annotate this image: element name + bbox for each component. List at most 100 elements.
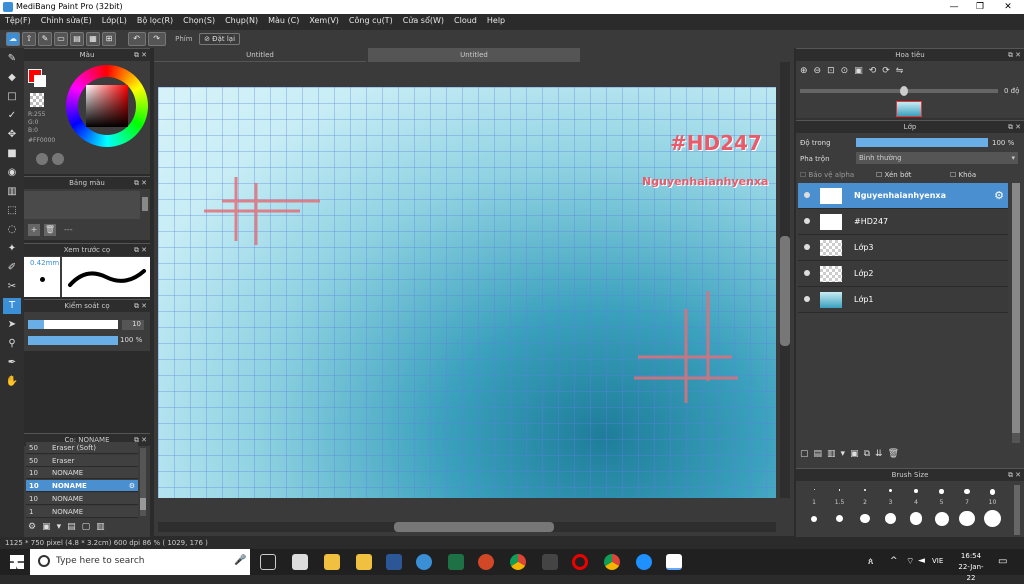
layer-row[interactable]: Nguyenhaianhyenxa ⚙	[798, 183, 1008, 209]
brush-list-item[interactable]: 10 NONAME	[26, 492, 138, 505]
zoom-in-icon[interactable]: ⊕	[800, 66, 814, 76]
chrome-icon-2[interactable]	[604, 554, 620, 570]
app-icon-blue[interactable]	[416, 554, 432, 570]
fit-icon[interactable]: ⊡	[827, 66, 841, 76]
brush-delete-icon[interactable]: ▥	[96, 522, 111, 532]
redo-icon[interactable]: ↷	[147, 32, 166, 46]
brush-copy-icon[interactable]: ▤	[67, 522, 82, 532]
lock-checkbox[interactable]: ☐ Khóa	[950, 171, 976, 179]
zoom-out-icon[interactable]: ⊖	[814, 66, 828, 76]
zoom-reset-icon[interactable]: ⊙	[841, 66, 855, 76]
layer-settings-icon[interactable]: ⚙	[994, 189, 1004, 202]
layer-folder-icon[interactable]: ▣	[850, 449, 864, 459]
brush-tool-icon[interactable]: ✎	[3, 51, 21, 67]
maximize-button[interactable]: ❐	[966, 0, 994, 14]
menu-cloud[interactable]: Cloud	[449, 14, 482, 27]
add-brush-icon[interactable]: ▣	[42, 522, 57, 532]
file-explorer-icon[interactable]	[324, 554, 340, 570]
protect-alpha-checkbox[interactable]: ☐ Bảo vệ alpha	[800, 171, 854, 179]
add-layer-menu-icon[interactable]: ▾	[841, 449, 851, 459]
chrome-icon[interactable]	[510, 554, 526, 570]
layer-row[interactable]: Lớp2	[798, 261, 1008, 287]
menu-layer[interactable]: Lớp(L)	[97, 14, 132, 27]
task-view-icon[interactable]	[260, 554, 276, 570]
new-layer-8bit-icon[interactable]: ▥	[827, 449, 841, 459]
volume-icon[interactable]: ◄	[918, 556, 925, 566]
brush-settings-gear-icon[interactable]: ⚙	[129, 480, 135, 492]
rotate-left-icon[interactable]: ⟲	[869, 66, 883, 76]
brush-size-cell[interactable]: 2	[853, 487, 877, 535]
brush-list-item[interactable]: 50 Eraser	[26, 454, 138, 467]
palette-swatch-area[interactable]	[24, 191, 140, 219]
layer-visibility-icon[interactable]	[804, 192, 810, 198]
menu-help[interactable]: Help	[482, 14, 510, 27]
tab-untitled-2[interactable]: Untitled	[368, 48, 580, 62]
brush-list-scrollbar[interactable]	[140, 448, 146, 516]
lasso-tool-icon[interactable]: ✓	[3, 108, 21, 124]
brush-size-slider[interactable]	[28, 320, 118, 329]
drawing-canvas[interactable]: #HD247 Nguyenhaianhyenxa	[158, 87, 776, 498]
add-palette-icon[interactable]: +	[28, 224, 40, 236]
brush-size-cell[interactable]: 3	[879, 487, 903, 535]
rect-tool-icon[interactable]: □	[3, 89, 21, 105]
brush-settings-icon[interactable]: ⚙	[28, 522, 42, 532]
horizontal-scrollbar[interactable]	[158, 522, 776, 532]
brush-size-cell[interactable]: 10	[981, 487, 1005, 535]
clip-checkbox[interactable]: ☐ Xén bớt	[876, 171, 911, 179]
eraser-tool-icon[interactable]: ◆	[3, 70, 21, 86]
folder-icon[interactable]	[356, 554, 372, 570]
language-indicator[interactable]: VIE	[932, 557, 943, 565]
magic-wand-icon[interactable]: ✦	[3, 241, 21, 257]
layer-row[interactable]: #HD247	[798, 209, 1008, 235]
task-app-icon[interactable]	[542, 554, 558, 570]
menu-file[interactable]: Tệp(F)	[0, 14, 36, 27]
layer-visibility-icon[interactable]	[804, 296, 810, 302]
windows-start-icon[interactable]	[10, 555, 24, 569]
brush-size-scrollbar[interactable]	[1014, 485, 1020, 535]
menu-window[interactable]: Cửa sổ(W)	[398, 14, 449, 27]
fill-rect-icon[interactable]: ■	[3, 146, 21, 162]
brush-list-item[interactable]: 10 NONAME ⚙	[26, 480, 138, 493]
menu-edit[interactable]: Chỉnh sửa(E)	[36, 14, 97, 27]
blend-mode-select[interactable]: Bình thường ▾	[856, 152, 1018, 164]
new-layer-icon[interactable]: ▢	[800, 449, 814, 459]
clock[interactable]: 16:54 22-Jan-22	[954, 551, 988, 584]
vertical-scrollbar[interactable]	[780, 62, 790, 498]
comment-icon[interactable]: ✎	[38, 32, 52, 46]
menu-tools[interactable]: Công cụ(T)	[344, 14, 398, 27]
color-history-icon[interactable]	[52, 153, 64, 165]
undo-icon[interactable]: ↶	[127, 32, 146, 46]
brush-menu-icon[interactable]: ▾	[57, 522, 68, 532]
brush-opacity-slider[interactable]	[28, 336, 118, 345]
merge-layer-icon[interactable]: ⇊	[875, 449, 888, 459]
brush-list-item[interactable]: 10 NONAME	[26, 467, 138, 480]
palette-scrollbar[interactable]	[142, 197, 148, 211]
brush-size-value[interactable]: 10	[122, 320, 144, 330]
upload-icon[interactable]: ⇧	[22, 32, 36, 46]
brush-size-cell[interactable]: 4	[904, 487, 928, 535]
excel-icon[interactable]	[448, 554, 464, 570]
brush-list-item[interactable]: 1 NONAME	[26, 505, 138, 518]
chat-icon[interactable]: ▭	[54, 32, 68, 46]
transparent-swatch[interactable]	[30, 93, 44, 107]
menu-view[interactable]: Xem(V)	[304, 14, 344, 27]
close-button[interactable]: ✕	[994, 0, 1022, 14]
navigator-thumbnail[interactable]	[896, 101, 922, 117]
menu-filter[interactable]: Bộ lọc(R)	[132, 14, 178, 27]
people-icon[interactable]: ጰ	[868, 557, 873, 567]
menu-select[interactable]: Chọn(S)	[178, 14, 220, 27]
layer-visibility-icon[interactable]	[804, 244, 810, 250]
actual-size-icon[interactable]: ▣	[854, 66, 869, 76]
powerpoint-icon[interactable]	[478, 554, 494, 570]
delete-palette-icon[interactable]: 🗑	[44, 224, 56, 236]
lasso-select-icon[interactable]: ◌	[3, 222, 21, 238]
color-mode-icon[interactable]	[36, 153, 48, 165]
tab-untitled-1[interactable]: Untitled	[154, 48, 366, 62]
document-icon[interactable]: ▦	[86, 32, 100, 46]
layer-row[interactable]: Lớp1	[798, 287, 1008, 313]
secondary-color-swatch[interactable]	[34, 75, 46, 87]
brush-size-cell[interactable]: 7	[955, 487, 979, 535]
menu-snap[interactable]: Chụp(N)	[220, 14, 263, 27]
store-icon[interactable]	[292, 554, 308, 570]
brush-size-cell[interactable]: 1.5	[828, 487, 852, 535]
